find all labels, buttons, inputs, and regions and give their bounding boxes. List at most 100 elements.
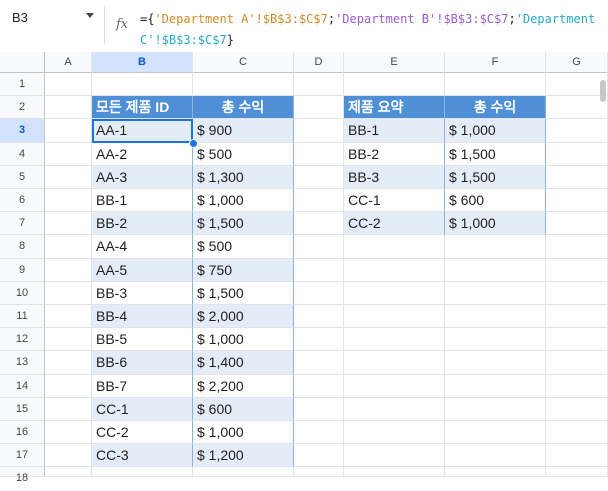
cell[interactable] — [445, 397, 546, 421]
cell[interactable] — [294, 374, 344, 398]
cell[interactable] — [445, 305, 546, 329]
cell[interactable] — [45, 165, 92, 189]
product-id-cell[interactable]: CC-1 — [344, 189, 445, 213]
revenue-cell[interactable]: $ 900 — [193, 119, 294, 143]
cell[interactable] — [45, 189, 92, 213]
cell[interactable] — [294, 397, 344, 421]
cell[interactable] — [546, 351, 608, 375]
select-all-corner[interactable] — [0, 52, 45, 73]
cell[interactable] — [344, 374, 445, 398]
column-header-c[interactable]: C — [193, 52, 294, 73]
row-header[interactable]: 5 — [0, 165, 45, 189]
cell[interactable] — [45, 351, 92, 375]
cell[interactable] — [546, 258, 608, 282]
cell[interactable] — [546, 189, 608, 213]
cell[interactable] — [45, 235, 92, 259]
revenue-cell[interactable]: $ 2,200 — [193, 374, 294, 398]
table-header[interactable]: 총 수익 — [445, 96, 546, 120]
row-header[interactable]: 16 — [0, 421, 45, 445]
column-header-a[interactable]: A — [45, 52, 92, 73]
cell[interactable] — [294, 212, 344, 236]
row-header[interactable]: 8 — [0, 235, 45, 259]
revenue-cell[interactable]: $ 1,000 — [193, 421, 294, 445]
revenue-cell[interactable]: $ 600 — [193, 397, 294, 421]
cell[interactable] — [546, 142, 608, 166]
product-id-cell[interactable]: BB-1 — [92, 189, 193, 213]
revenue-cell[interactable]: $ 1,400 — [193, 351, 294, 375]
product-id-cell[interactable]: CC-1 — [92, 397, 193, 421]
cell[interactable] — [45, 73, 92, 97]
cell[interactable] — [45, 421, 92, 445]
cell[interactable] — [294, 189, 344, 213]
cell[interactable] — [546, 374, 608, 398]
product-id-cell[interactable]: BB-1 — [344, 119, 445, 143]
product-id-cell[interactable]: BB-3 — [344, 165, 445, 189]
cell[interactable] — [45, 281, 92, 305]
cell[interactable] — [193, 467, 294, 478]
cell[interactable] — [546, 212, 608, 236]
revenue-cell[interactable]: $ 1,200 — [193, 444, 294, 468]
formula-input[interactable]: ={'Department A'!$B$3:$C$7;'Department B… — [140, 9, 600, 51]
cell[interactable] — [294, 142, 344, 166]
cell[interactable] — [294, 73, 344, 97]
revenue-cell[interactable]: $ 1,500 — [193, 281, 294, 305]
cell[interactable] — [546, 467, 608, 478]
product-id-cell[interactable]: AA-3 — [92, 165, 193, 189]
cell[interactable] — [45, 96, 92, 120]
cell[interactable] — [546, 235, 608, 259]
cell[interactable] — [546, 96, 608, 120]
column-header-d[interactable]: D — [294, 52, 344, 73]
revenue-cell[interactable]: $ 1,500 — [445, 142, 546, 166]
row-header[interactable]: 9 — [0, 258, 45, 282]
cell[interactable] — [294, 351, 344, 375]
cell[interactable] — [344, 328, 445, 352]
cell[interactable] — [445, 467, 546, 478]
cell[interactable] — [344, 305, 445, 329]
row-header[interactable]: 15 — [0, 397, 45, 421]
cell[interactable] — [445, 444, 546, 468]
revenue-cell[interactable]: $ 1,000 — [445, 212, 546, 236]
table-header[interactable]: 모든 제품 ID — [92, 96, 193, 120]
revenue-cell[interactable]: $ 500 — [193, 235, 294, 259]
product-id-cell[interactable]: AA-4 — [92, 235, 193, 259]
cell[interactable] — [294, 281, 344, 305]
product-id-cell[interactable]: CC-2 — [344, 212, 445, 236]
product-id-cell[interactable]: AA-1 — [92, 119, 193, 143]
row-header[interactable]: 6 — [0, 189, 45, 213]
revenue-cell[interactable]: $ 750 — [193, 258, 294, 282]
row-header[interactable]: 11 — [0, 305, 45, 329]
row-header[interactable]: 4 — [0, 142, 45, 166]
cell[interactable] — [294, 258, 344, 282]
cell[interactable] — [294, 467, 344, 478]
product-id-cell[interactable]: BB-2 — [344, 142, 445, 166]
cell[interactable] — [546, 444, 608, 468]
row-header[interactable]: 12 — [0, 328, 45, 352]
cell[interactable] — [92, 467, 193, 478]
product-id-cell[interactable]: BB-6 — [92, 351, 193, 375]
cell[interactable] — [294, 421, 344, 445]
cell[interactable] — [546, 281, 608, 305]
cell[interactable] — [344, 444, 445, 468]
cell[interactable] — [344, 397, 445, 421]
table-header[interactable]: 총 수익 — [193, 96, 294, 120]
cell[interactable] — [546, 421, 608, 445]
cell[interactable] — [45, 142, 92, 166]
cell[interactable] — [45, 258, 92, 282]
cell[interactable] — [445, 281, 546, 305]
chevron-down-icon[interactable] — [86, 13, 94, 18]
cell[interactable] — [92, 73, 193, 97]
cell[interactable] — [193, 73, 294, 97]
product-id-cell[interactable]: BB-3 — [92, 281, 193, 305]
cell[interactable] — [45, 212, 92, 236]
column-header-g[interactable]: G — [546, 52, 608, 73]
cell[interactable] — [445, 374, 546, 398]
cell[interactable] — [45, 374, 92, 398]
cell[interactable] — [294, 235, 344, 259]
row-header[interactable]: 13 — [0, 351, 45, 375]
revenue-cell[interactable]: $ 2,000 — [193, 305, 294, 329]
cell[interactable] — [344, 467, 445, 478]
cell[interactable] — [445, 421, 546, 445]
cell[interactable] — [294, 96, 344, 120]
cell[interactable] — [294, 119, 344, 143]
cell[interactable] — [45, 328, 92, 352]
